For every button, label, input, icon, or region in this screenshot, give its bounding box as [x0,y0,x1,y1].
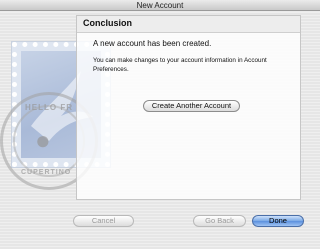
postmark-top-text: HELLO FR [25,103,73,112]
apple-logo-icon: ● [35,125,51,155]
go-back-button[interactable]: Go Back [193,215,246,227]
window-title: New Account [136,1,184,10]
panel-header: Conclusion [77,16,300,33]
new-account-window: New Account HELLO FR CUPERTINO ● Conclus… [0,0,320,249]
panel-heading: Conclusion [83,18,132,28]
create-another-account-button[interactable]: Create Another Account [143,100,240,112]
detail-message: You can make changes to your account inf… [93,57,267,73]
success-message: A new account has been created. [93,39,212,48]
title-bar[interactable]: New Account [0,0,320,11]
postmark-bottom-text: CUPERTINO [21,169,72,176]
done-button[interactable]: Done [252,215,304,227]
cancel-button[interactable]: Cancel [73,215,134,227]
